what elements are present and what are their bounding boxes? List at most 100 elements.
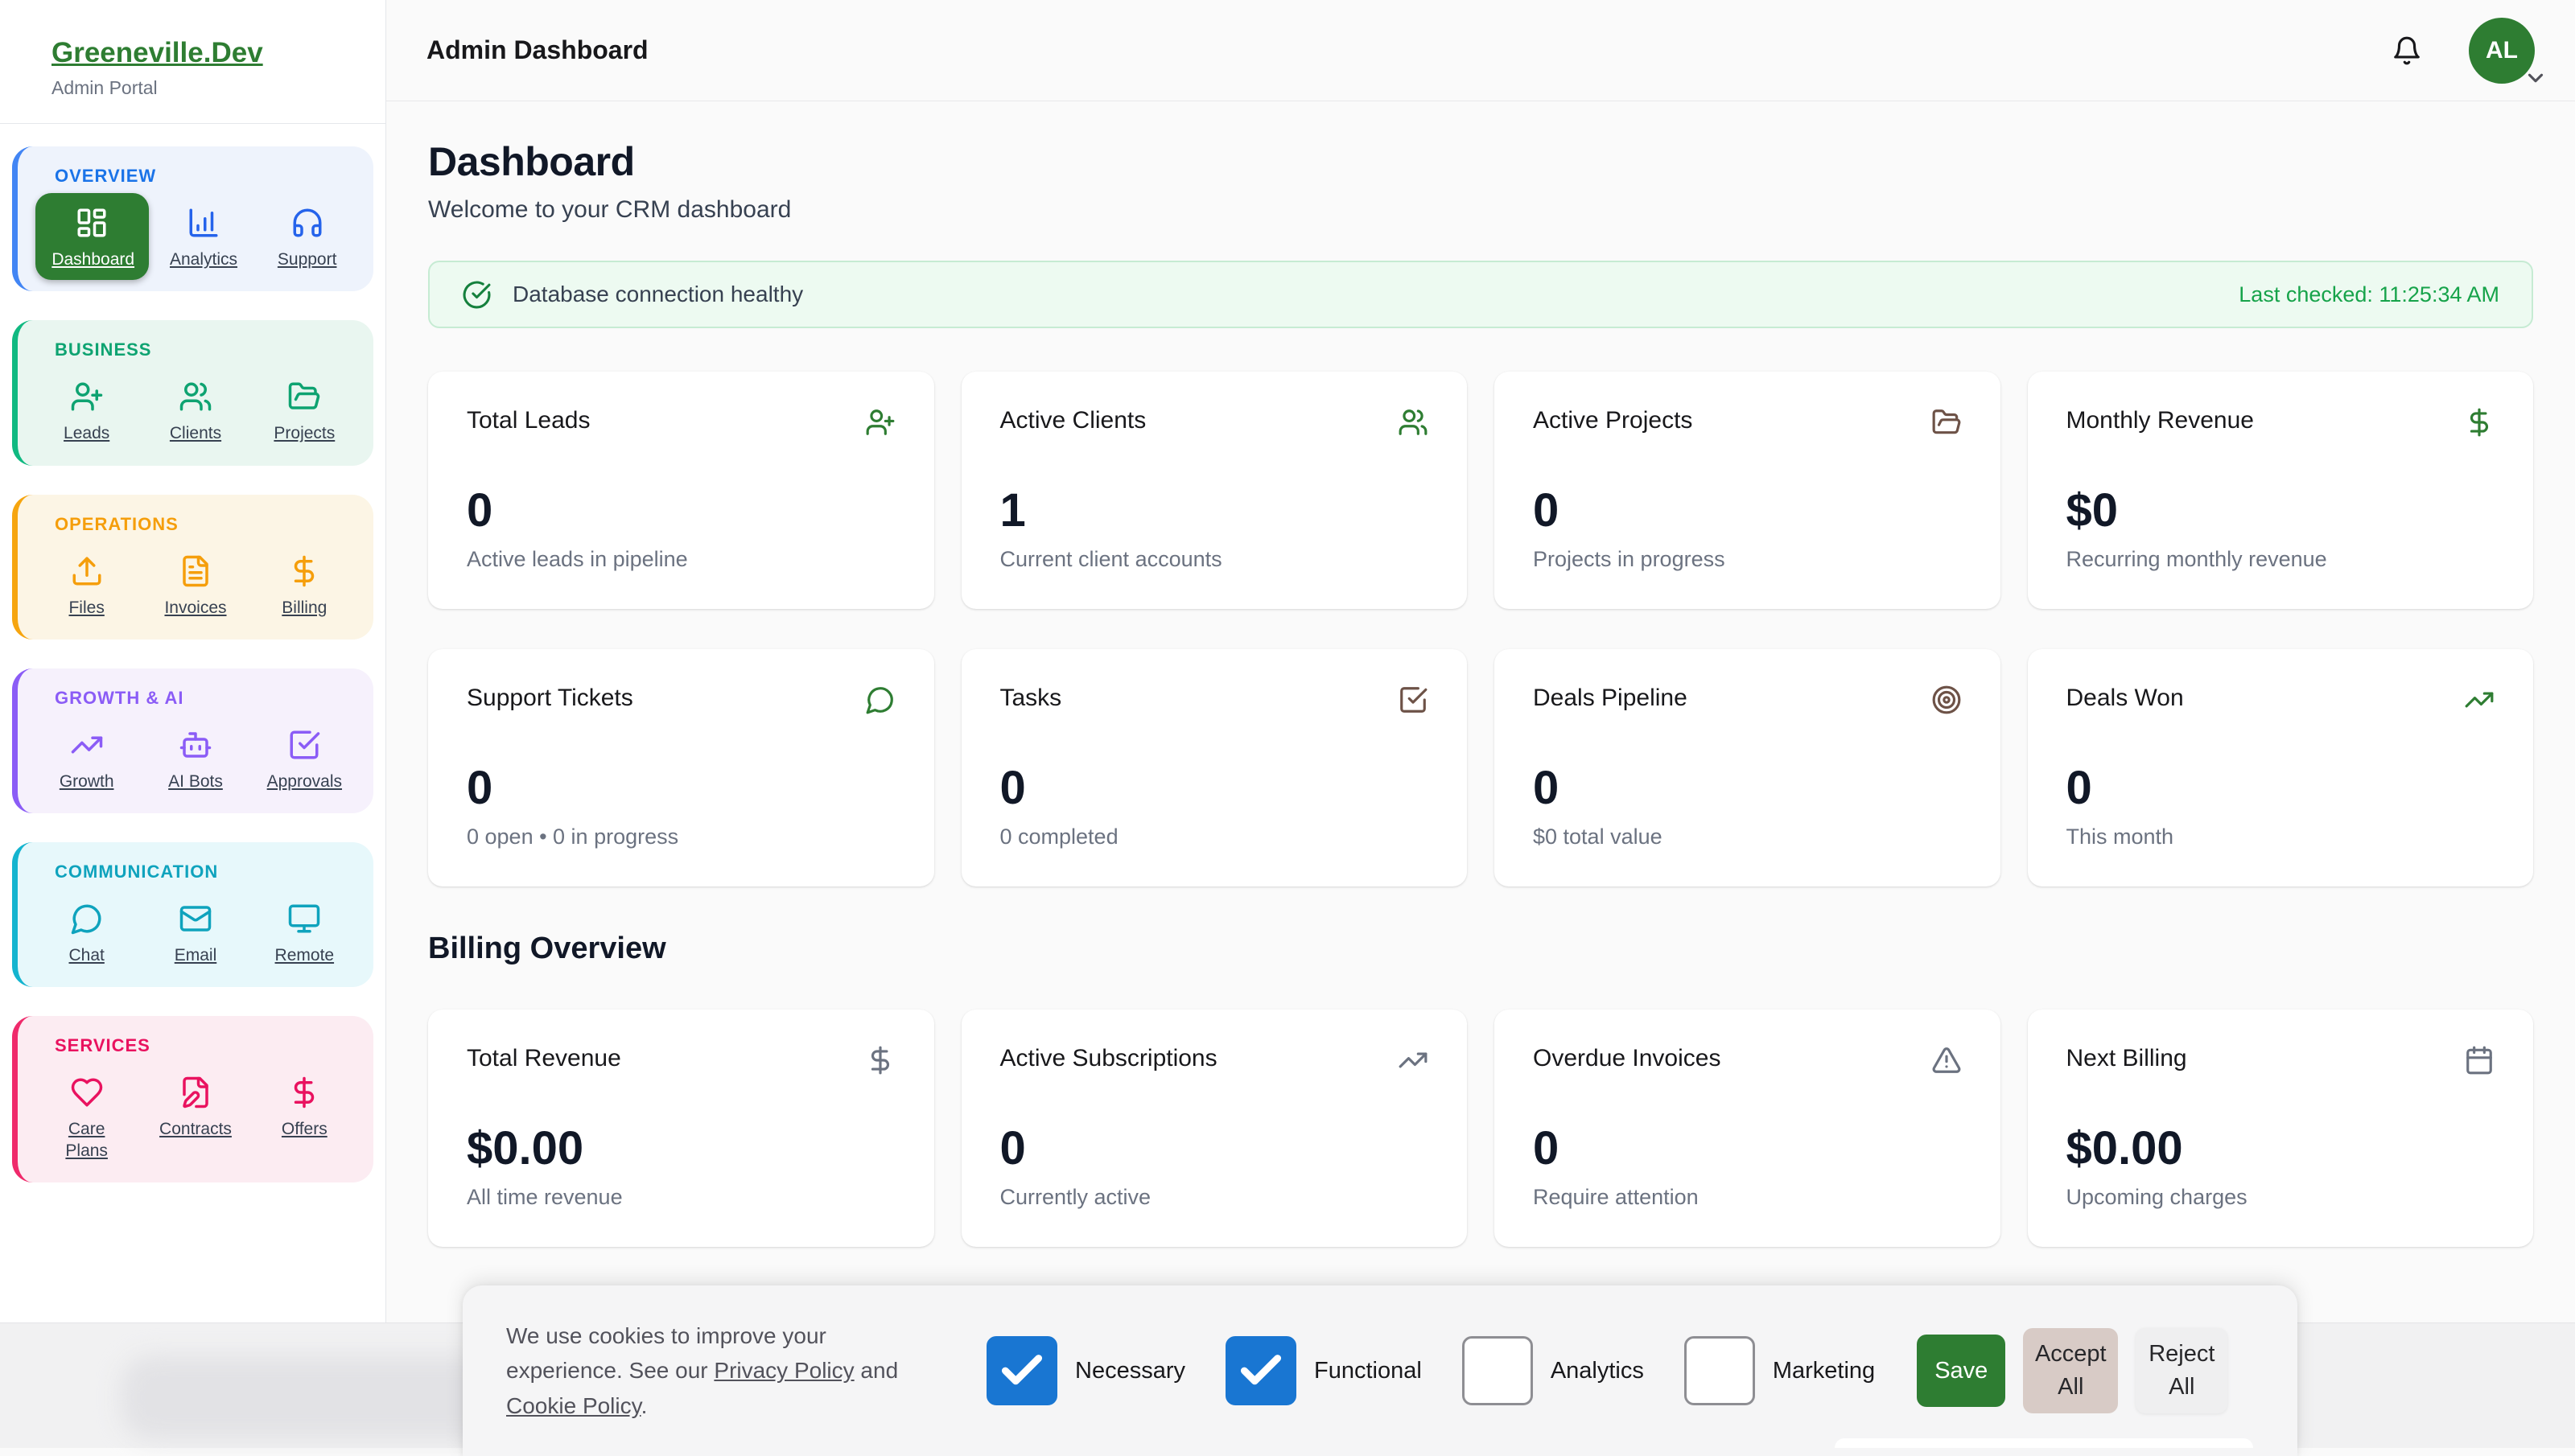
- sidebar-item-remote[interactable]: Remote: [250, 902, 359, 966]
- checkbox-analytics[interactable]: [1462, 1336, 1533, 1405]
- sidebar-item-invoices[interactable]: Invoices: [141, 554, 249, 619]
- sidebar-item-billing[interactable]: Billing: [250, 554, 359, 619]
- sidebar-item-label: Email: [175, 945, 217, 966]
- user-avatar[interactable]: AL: [2469, 18, 2535, 84]
- sidebar-item-label: Care Plans: [47, 1119, 127, 1162]
- reject-all-button[interactable]: Reject All: [2136, 1328, 2227, 1413]
- checkbox-functional[interactable]: [1226, 1336, 1296, 1405]
- cookie-policy-link[interactable]: Cookie Policy: [506, 1393, 641, 1418]
- page-subtitle: Welcome to your CRM dashboard: [428, 196, 2533, 224]
- user-plus-icon: [70, 380, 104, 413]
- sidebar-item-contracts[interactable]: Contracts: [141, 1076, 249, 1162]
- card-subtitle: Current client accounts: [1000, 547, 1429, 572]
- card-icon: [865, 407, 896, 438]
- sidebar-item-email[interactable]: Email: [141, 902, 249, 966]
- sidebar-section-items: Care Plans Contracts Offers: [32, 1076, 359, 1162]
- sidebar-item-label: Support: [278, 249, 337, 270]
- card-icon: [2464, 407, 2495, 438]
- sidebar-item-chat[interactable]: Chat: [32, 902, 141, 966]
- privacy-policy-link[interactable]: Privacy Policy: [714, 1358, 854, 1383]
- card-title: Support Tickets: [467, 685, 633, 712]
- notifications-button[interactable]: [2392, 35, 2422, 66]
- stat-card-deals-pipeline: Deals Pipeline 0 $0 total value: [1494, 649, 2000, 886]
- sidebar-item-projects[interactable]: Projects: [250, 380, 359, 444]
- sidebar-item-analytics[interactable]: Analytics: [152, 206, 256, 270]
- sidebar-item-ai-bots[interactable]: AI Bots: [141, 728, 249, 792]
- file-text-icon: [179, 554, 212, 588]
- sidebar-nav: OVERVIEWDashboardAnalyticsSupportBUSINES…: [0, 124, 385, 1205]
- sidebar-item-support[interactable]: Support: [255, 206, 359, 270]
- sidebar-section-items: DashboardAnalyticsSupport: [32, 206, 359, 270]
- card-icon: [1398, 685, 1428, 715]
- card-value: 0: [1000, 1125, 1429, 1172]
- sidebar-item-offers[interactable]: Offers: [250, 1076, 359, 1162]
- sidebar-item-label: Offers: [282, 1119, 328, 1140]
- save-button[interactable]: Save: [1917, 1335, 2005, 1408]
- topbar-actions: AL: [2392, 18, 2535, 84]
- sidebar-item-files[interactable]: Files: [32, 554, 141, 619]
- card-title: Deals Pipeline: [1533, 685, 1687, 712]
- trending-up-icon: [70, 728, 104, 762]
- partial-card-bottom-right: [1835, 1438, 2253, 1448]
- checkbox-necessary[interactable]: [987, 1336, 1057, 1405]
- stat-card-active-projects: Active Projects 0 Projects in progress: [1494, 372, 2000, 609]
- card-title: Total Revenue: [467, 1045, 621, 1072]
- checkbox-label: Marketing: [1773, 1358, 1875, 1384]
- stat-card-deals-won: Deals Won 0 This month: [2028, 649, 2534, 886]
- chevron-down-icon: [2524, 66, 2548, 90]
- dollar-sign-icon: [287, 554, 321, 588]
- dollar-sign-icon: [287, 1076, 321, 1109]
- card-icon: [865, 685, 896, 715]
- mail-icon: [179, 902, 212, 936]
- card-value: 1: [1000, 487, 1429, 534]
- layout-dashboard-icon: [75, 206, 109, 240]
- sidebar-item-clients[interactable]: Clients: [141, 380, 249, 444]
- sidebar-item-label: Clients: [170, 423, 221, 444]
- card-title: Total Leads: [467, 407, 590, 434]
- brand: Greeneville.Dev Admin Portal: [0, 0, 385, 124]
- card-subtitle: Require attention: [1533, 1185, 1962, 1210]
- headphones-icon: [290, 206, 324, 240]
- checkbox-marketing[interactable]: [1684, 1336, 1755, 1405]
- stat-card-total-revenue: Total Revenue $0.00 All time revenue: [428, 1010, 934, 1247]
- sidebar-item-approvals[interactable]: Approvals: [250, 728, 359, 792]
- message-circle-icon: [70, 902, 104, 936]
- sidebar-section-items: Chat Email Remote: [32, 902, 359, 966]
- sidebar-section-overview: OVERVIEWDashboardAnalyticsSupport: [12, 146, 373, 291]
- bell-icon: [2392, 35, 2422, 66]
- sidebar-item-label: Leads: [64, 423, 109, 444]
- card-value: $0.00: [2066, 1125, 2495, 1172]
- sidebar-item-label: Analytics: [170, 249, 237, 270]
- stat-card-overdue-invoices: Overdue Invoices 0 Require attention: [1494, 1010, 2000, 1247]
- heart-icon: [70, 1076, 104, 1109]
- sidebar-item-label: Remote: [275, 945, 335, 966]
- card-title: Overdue Invoices: [1533, 1045, 1720, 1072]
- accept-all-button[interactable]: Accept All: [2023, 1328, 2118, 1413]
- chart-column-icon: [187, 206, 220, 240]
- card-icon: [1931, 685, 1962, 715]
- trending-up-icon: [2464, 685, 2495, 715]
- monitor-icon: [287, 902, 321, 936]
- dollar-sign-icon: [2464, 407, 2495, 438]
- sidebar-item-dashboard[interactable]: Dashboard: [35, 193, 149, 280]
- folder-open-icon: [287, 380, 321, 413]
- topbar-title: Admin Dashboard: [426, 35, 649, 65]
- page-title: Dashboard: [428, 138, 2533, 185]
- sidebar-item-care-plans[interactable]: Care Plans: [32, 1076, 141, 1162]
- card-icon: [1931, 407, 1962, 438]
- stat-card-total-leads: Total Leads 0 Active leads in pipeline: [428, 372, 934, 609]
- sidebar-section-label: BUSINESS: [32, 339, 359, 360]
- topbar: Admin Dashboard AL: [386, 0, 2575, 101]
- folder-open-icon: [1931, 407, 1962, 438]
- sidebar-item-leads[interactable]: Leads: [32, 380, 141, 444]
- sidebar-section-label: COMMUNICATION: [32, 862, 359, 882]
- card-value: 0: [1533, 765, 1962, 812]
- checkbox-label: Necessary: [1075, 1358, 1185, 1384]
- check-icon: [1236, 1346, 1286, 1396]
- check-circle-icon: [462, 280, 492, 310]
- card-icon: [2464, 1045, 2495, 1076]
- sidebar-section-services: SERVICESCare PlansContractsOffers: [12, 1016, 373, 1182]
- sidebar-section-growth-ai: GROWTH & AIGrowthAI BotsApprovals: [12, 668, 373, 813]
- brand-link[interactable]: Greeneville.Dev: [52, 37, 263, 69]
- sidebar-item-growth[interactable]: Growth: [32, 728, 141, 792]
